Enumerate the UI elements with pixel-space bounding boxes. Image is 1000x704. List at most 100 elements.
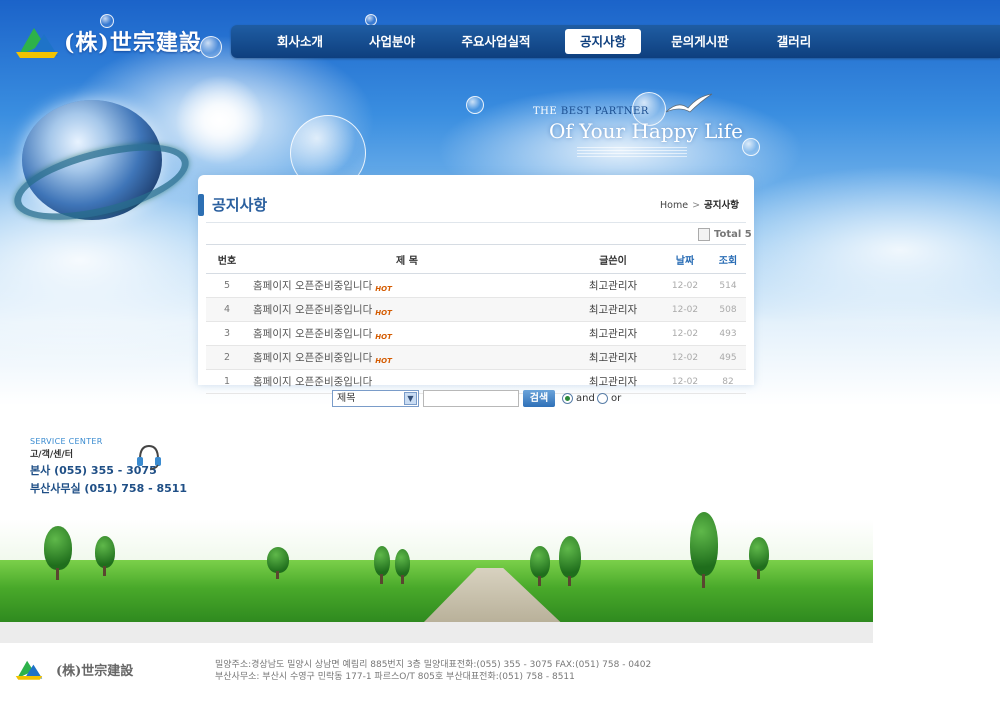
row-subject-link[interactable]: 홈페이지 오픈준비중입니다 xyxy=(253,376,372,388)
radio-and[interactable]: and xyxy=(562,393,595,404)
nav-item-company[interactable]: 회사소개 xyxy=(261,29,339,54)
row-hits: 495 xyxy=(710,345,746,370)
table-row: 4 홈페이지 오픈준비중입니다 HOT 최고관리자 12-02 508 xyxy=(206,297,746,322)
tree xyxy=(95,536,115,576)
nav-item-notice[interactable]: 공지사항 xyxy=(565,29,641,54)
col-no: 번호 xyxy=(206,244,248,274)
radio-or-indicator[interactable] xyxy=(597,393,608,404)
total-label: Total 5 xyxy=(714,229,752,240)
row-no: 5 xyxy=(206,273,248,298)
hot-badge: HOT xyxy=(375,333,392,341)
radio-and-indicator[interactable] xyxy=(562,393,573,404)
headset-icon xyxy=(137,444,161,470)
service-title: SERVICE CENTER xyxy=(30,437,103,446)
page-title: 공지사항 xyxy=(212,196,268,214)
row-subject-cell: 홈페이지 오픈준비중입니다 HOT xyxy=(248,297,566,322)
breadcrumb-current: 공지사항 xyxy=(704,200,739,211)
page: THE BEST PARTNER Of Your Happy Life (株)世… xyxy=(0,0,1000,704)
footer-divider xyxy=(0,622,873,643)
nav-item-projects[interactable]: 주요사업실적 xyxy=(451,29,541,54)
total-count: Total 5 xyxy=(698,228,752,241)
row-hits: 82 xyxy=(710,369,746,394)
row-writer: 최고관리자 xyxy=(566,273,660,298)
bubble xyxy=(200,36,222,58)
footer-info: 밀양주소:경상남도 밀양시 상남면 예림리 885번지 3층 밀양대표전화:(0… xyxy=(215,659,651,683)
table-row: 2 홈페이지 오픈준비중입니다 HOT 최고관리자 12-02 495 xyxy=(206,345,746,370)
logo-text: (株)世宗建設 xyxy=(64,30,202,56)
search-input[interactable] xyxy=(423,390,519,407)
breadcrumb-home[interactable]: Home xyxy=(660,200,688,211)
bubble xyxy=(466,96,484,114)
footer-logo-text: (株)世宗建設 xyxy=(56,663,134,679)
row-subject-cell: 홈페이지 오픈준비중입니다 HOT xyxy=(248,345,566,370)
hot-badge: HOT xyxy=(375,285,392,293)
row-no: 3 xyxy=(206,321,248,346)
tree xyxy=(44,526,72,580)
col-subject: 제 목 xyxy=(248,244,566,274)
row-writer: 최고관리자 xyxy=(566,345,660,370)
title-marker xyxy=(198,194,204,216)
notice-table: 번호 제 목 글쓴이 날짜 조회 5 홈페이지 오픈준비중입니다 HOT 최고관리… xyxy=(206,244,746,394)
nav-item-business[interactable]: 사업분야 xyxy=(353,29,431,54)
tree xyxy=(749,537,769,579)
table-row: 5 홈페이지 오픈준비중입니다 HOT 최고관리자 12-02 514 xyxy=(206,273,746,298)
row-date: 12-02 xyxy=(660,273,710,298)
tree xyxy=(530,546,550,586)
row-writer: 최고관리자 xyxy=(566,321,660,346)
row-subject-link[interactable]: 홈페이지 오픈준비중입니다 xyxy=(253,328,372,340)
radio-or-label: or xyxy=(611,393,622,404)
row-subject-link[interactable]: 홈페이지 오픈준비중입니다 xyxy=(253,304,372,316)
title-divider xyxy=(206,222,746,223)
tree xyxy=(395,549,410,584)
nav-item-gallery[interactable]: 갤러리 xyxy=(755,29,833,54)
search-field-value: 제목 xyxy=(337,393,356,404)
row-date: 12-02 xyxy=(660,297,710,322)
row-subject-link[interactable]: 홈페이지 오픈준비중입니다 xyxy=(253,280,372,292)
main-office-phone: 본사 (055) 355 - 3075 xyxy=(30,464,157,477)
tree xyxy=(374,546,390,584)
row-writer: 최고관리자 xyxy=(566,369,660,394)
col-hits[interactable]: 조회 xyxy=(710,244,746,274)
slogan-headline: Of Your Happy Life xyxy=(549,119,744,143)
seagull-icon xyxy=(665,93,713,113)
table-header-row: 번호 제 목 글쓴이 날짜 조회 xyxy=(206,244,746,274)
col-writer: 글쓴이 xyxy=(566,244,660,274)
search-button[interactable]: 검색 xyxy=(523,390,555,407)
nav-item-qna[interactable]: 문의게시판 xyxy=(661,29,739,54)
col-date[interactable]: 날짜 xyxy=(660,244,710,274)
logo-mark-icon xyxy=(16,28,58,58)
service-center: SERVICE CENTER 고/객/센/터 본사 (055) 355 - 30… xyxy=(30,437,187,496)
hot-badge: HOT xyxy=(375,357,392,365)
site-logo[interactable]: (株)世宗建設 xyxy=(14,22,202,60)
row-no: 2 xyxy=(206,345,248,370)
tree xyxy=(559,536,581,586)
slogan-decoration xyxy=(577,147,687,157)
search-field-select[interactable]: 제목 ▼ xyxy=(332,390,419,407)
service-subtitle: 고/객/센/터 xyxy=(30,450,73,460)
row-date: 12-02 xyxy=(660,321,710,346)
table-row: 3 홈페이지 오픈준비중입니다 HOT 최고관리자 12-02 493 xyxy=(206,321,746,346)
row-writer: 최고관리자 xyxy=(566,297,660,322)
busan-office-phone: 부산사무실 (051) 758 - 8511 xyxy=(30,482,188,495)
bubble xyxy=(742,138,760,156)
logo-mark-icon xyxy=(15,660,43,680)
breadcrumb-separator: > xyxy=(692,200,701,211)
row-date: 12-02 xyxy=(660,345,710,370)
radio-and-label: and xyxy=(576,393,595,404)
row-subject-cell: 홈페이지 오픈준비중입니다 HOT xyxy=(248,273,566,298)
tree xyxy=(690,512,718,588)
radio-or[interactable]: or xyxy=(597,393,621,404)
row-hits: 508 xyxy=(710,297,746,322)
footer-logo[interactable]: (株)世宗建設 xyxy=(14,657,133,681)
breadcrumb: Home > 공지사항 xyxy=(660,197,739,211)
main-nav: 회사소개 사업분야 주요사업실적 공지사항 문의게시판 갤러리 xyxy=(231,25,1000,58)
row-date: 12-02 xyxy=(660,369,710,394)
row-subject-link[interactable]: 홈페이지 오픈준비중입니다 xyxy=(253,352,372,364)
row-subject-cell: 홈페이지 오픈준비중입니다 HOT xyxy=(248,321,566,346)
row-no: 1 xyxy=(206,369,248,394)
row-no: 4 xyxy=(206,297,248,322)
chevron-down-icon[interactable]: ▼ xyxy=(404,392,417,405)
document-icon xyxy=(698,228,710,241)
footer-address-line2: 부산사무소: 부산시 수영구 민락동 177-1 파르스O/T 805호 부산대… xyxy=(215,672,575,682)
sun-glare xyxy=(175,75,265,165)
